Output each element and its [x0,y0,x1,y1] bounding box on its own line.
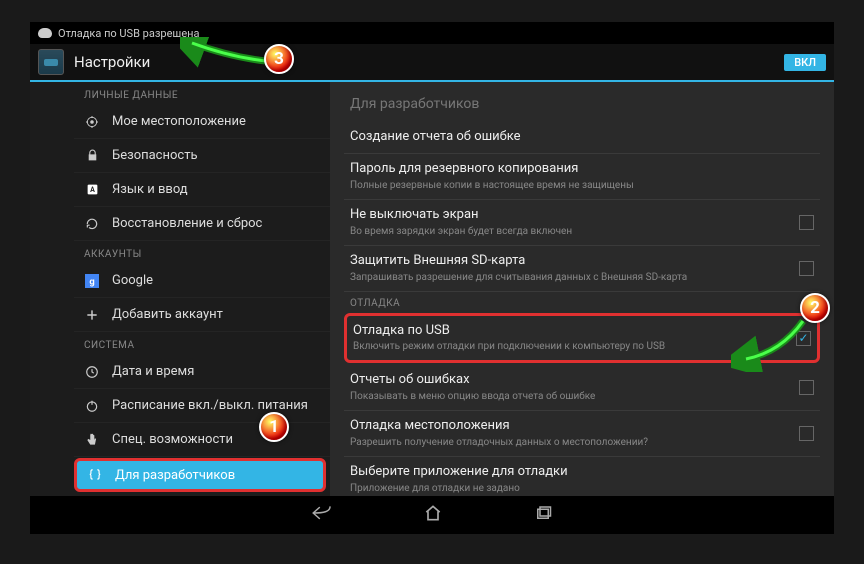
page-title: Настройки [74,53,150,71]
sidebar-item-label: Расписание вкл./выкл. питания [112,398,308,413]
sidebar-item-google[interactable]: g Google [74,264,330,298]
pane-header: Для разработчиков [344,82,820,122]
sidebar-item-label: Безопасность [112,148,198,163]
row-title: Выберите приложение для отладки [350,464,814,481]
svg-text:A: A [90,185,95,194]
sidebar-item-label: Язык и ввод [112,182,188,197]
sidebar-item-label: Для разработчиков [115,468,235,483]
row-debug-app[interactable]: Выберите приложение для отладки Приложен… [344,457,820,496]
row-subtitle: Показывать в меню опцию ввода отчета об … [350,390,787,403]
device-screen: Отладка по USB разрешена Настройки ВКЛ Л… [30,22,834,534]
row-mock-location[interactable]: Отладка местоположения Разрешить получен… [344,411,820,457]
row-subtitle: Включить режим отладки при подключении к… [353,340,784,353]
row-title: Пароль для резервного копирования [350,161,814,178]
svg-text:g: g [89,276,94,287]
annotation-badge-2: 2 [800,293,830,323]
row-stay-awake[interactable]: Не выключать экран Во время зарядки экра… [344,200,820,246]
sidebar-item-label: Восстановление и сброс [112,216,262,231]
language-icon: A [84,182,100,198]
checkbox[interactable] [799,426,814,441]
nav-back-button[interactable] [311,504,333,526]
row-subtitle: Приложение для отладки не задано [350,482,814,495]
sidebar-item-label: Дата и время [112,364,194,379]
row-usb-debugging[interactable]: Отладка по USB Включить режим отладки пр… [344,313,820,364]
status-toast: Отладка по USB разрешена [58,27,199,40]
row-title: Отладка местоположения [350,418,787,435]
row-backup-password[interactable]: Пароль для резервного копирования Полные… [344,154,820,200]
category-accounts: АККАУНТЫ [74,241,330,264]
master-switch[interactable]: ВКЛ [784,54,826,71]
plus-icon [84,307,100,323]
category-personal: ЛИЧНЫЕ ДАННЫЕ [74,82,330,105]
sidebar-item-backup[interactable]: Восстановление и сброс [74,207,330,241]
row-bug-report[interactable]: Создание отчета об ошибке [344,122,820,154]
annotation-badge-1: 1 [259,412,289,442]
sidebar-item-label: Добавить аккаунт [112,307,223,322]
sidebar-item-add-account[interactable]: Добавить аккаунт [74,298,330,332]
settings-app-icon [38,49,64,75]
row-title: Создание отчета об ошибке [350,129,814,146]
hand-icon [84,432,100,448]
lock-icon [84,148,100,164]
google-icon: g [84,273,100,289]
sidebar-item-datetime[interactable]: Дата и время [74,355,330,389]
power-icon [84,398,100,414]
sidebar-item-developer[interactable]: Для разработчиков [74,458,326,492]
nav-home-button[interactable] [423,503,443,527]
sidebar-item-power-schedule[interactable]: Расписание вкл./выкл. питания [74,389,330,423]
row-subtitle: Запрашивать разрешение для считывания да… [350,271,787,284]
location-icon [84,114,100,130]
content-area: ЛИЧНЫЕ ДАННЫЕ Мое местоположение Безопас… [30,82,834,496]
title-bar: Настройки ВКЛ [30,44,834,82]
section-debug: ОТЛАДКА [344,292,820,311]
status-bar: Отладка по USB разрешена [30,22,834,44]
category-system: СИСТЕМА [74,332,330,355]
braces-icon [87,467,103,483]
nav-recent-button[interactable] [533,504,553,526]
backup-icon [84,216,100,232]
settings-pane: Для разработчиков Создание отчета об оши… [330,82,834,496]
checkbox-checked[interactable]: ✓ [796,331,811,346]
sidebar-item-label: Google [112,273,153,288]
checkbox[interactable] [799,215,814,230]
nav-bar [30,496,834,534]
row-subtitle: Разрешить получение отладочных данных о … [350,436,787,449]
row-subtitle: Во время зарядки экран будет всегда вклю… [350,225,787,238]
annotation-badge-3: 3 [264,44,294,74]
sidebar-item-label: Спец. возможности [112,432,233,447]
row-protect-sd[interactable]: Защитить Внешняя SD-карта Запрашивать ра… [344,246,820,292]
row-bug-shortcut[interactable]: Отчеты об ошибках Показывать в меню опци… [344,365,820,411]
checkbox[interactable] [799,380,814,395]
sidebar-item-language[interactable]: A Язык и ввод [74,173,330,207]
sidebar-item-label: Мое местоположение [112,114,246,129]
row-title: Отчеты об ошибках [350,372,787,389]
sidebar-item-security[interactable]: Безопасность [74,139,330,173]
cloud-icon [38,28,52,38]
row-subtitle: Полные резервные копии в настоящее время… [350,179,814,192]
sidebar-item-accessibility[interactable]: Спец. возможности [74,423,330,457]
checkbox[interactable] [799,261,814,276]
row-title: Не выключать экран [350,207,787,224]
clock-icon [84,364,100,380]
sidebar-item-location[interactable]: Мое местоположение [74,105,330,139]
row-title: Защитить Внешняя SD-карта [350,253,787,270]
row-title: Отладка по USB [353,323,784,340]
